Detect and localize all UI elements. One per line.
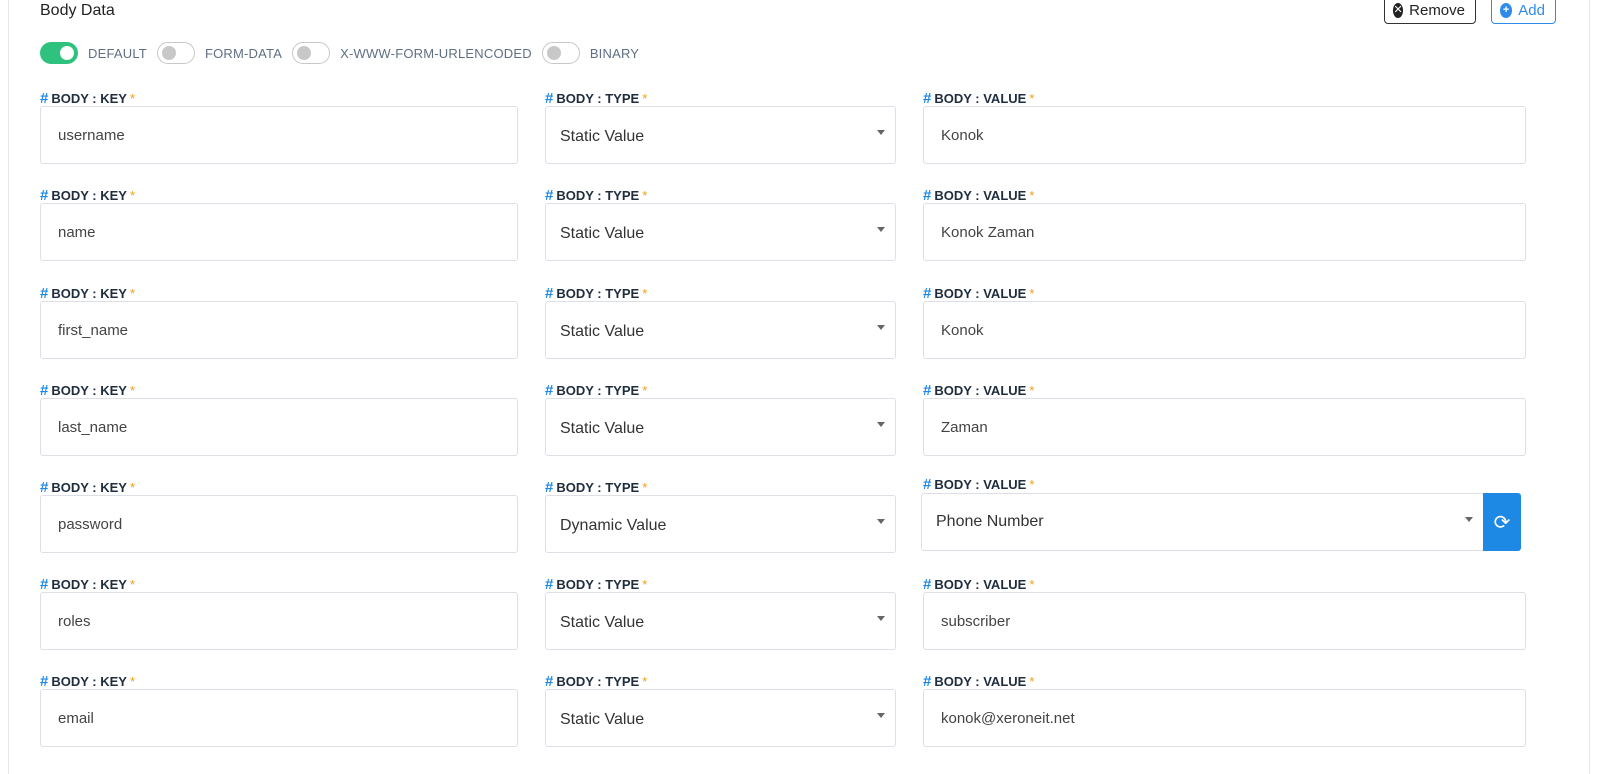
type-label: # BODY : TYPE * [545, 576, 648, 593]
key-label: # BODY : KEY * [40, 576, 136, 593]
value-input[interactable]: Konok [923, 301, 1526, 359]
type-select[interactable]: Static Value [545, 592, 896, 650]
key-label: # BODY : KEY * [40, 673, 136, 690]
dynamic-value-select[interactable]: Phone Number [921, 493, 1484, 551]
type-select[interactable]: Dynamic Value [545, 495, 896, 553]
add-button[interactable]: + Add [1491, 0, 1556, 24]
key-label: # BODY : KEY * [40, 187, 136, 204]
body-row: # BODY : KEY * # BODY : TYPE * # BODY : VALUE… [0, 382, 1600, 479]
chevron-down-icon [1465, 517, 1473, 522]
toggle-switch[interactable] [40, 42, 78, 64]
type-select-value: Static Value [560, 711, 645, 728]
type-select-value: Static Value [560, 225, 645, 242]
chevron-down-icon [877, 422, 885, 427]
key-label: # BODY : KEY * [40, 479, 136, 496]
chevron-down-icon [877, 325, 885, 330]
chevron-down-icon [877, 130, 885, 135]
value-label: # BODY : VALUE * [923, 673, 1035, 690]
refresh-button[interactable]: ⟳ [1483, 493, 1521, 551]
value-label: # BODY : VALUE * [923, 187, 1035, 204]
type-label: # BODY : TYPE * [545, 90, 648, 107]
remove-button-label: Remove [1409, 1, 1465, 19]
dynamic-value-text: Phone Number [936, 513, 1044, 530]
type-select[interactable]: Static Value [545, 398, 896, 456]
times-circle-icon: ✕ [1393, 2, 1404, 18]
key-input[interactable]: roles [40, 592, 518, 650]
key-label: # BODY : KEY * [40, 90, 136, 107]
toggle-label: DEFAULT [88, 45, 147, 61]
value-label: # BODY : VALUE * [923, 382, 1035, 399]
value-input[interactable]: Zaman [923, 398, 1526, 456]
body-type-toggles: DEFAULT FORM-DATA X-WWW-FORM-URLENCODED … [40, 42, 649, 64]
type-select[interactable]: Static Value [545, 689, 896, 747]
toggle-switch[interactable] [292, 42, 331, 64]
body-row: # BODY : KEY * # BODY : TYPE * # BODY : VALUE… [0, 90, 1600, 187]
key-input[interactable]: last_name [40, 398, 518, 456]
body-row: # BODY : KEY * # BODY : TYPE * # BODY : VALUE… [0, 673, 1600, 770]
key-input[interactable]: first_name [40, 301, 518, 359]
type-label: # BODY : TYPE * [545, 673, 648, 690]
body-row: # BODY : KEY * # BODY : TYPE * # BODY : VALUE… [0, 576, 1600, 673]
type-select-value: Static Value [560, 323, 645, 340]
value-label: # BODY : VALUE * [923, 90, 1035, 107]
value-label: # BODY : VALUE * [923, 576, 1035, 593]
toggle-form-data[interactable]: FORM-DATA [156, 42, 283, 64]
toggle-x-www-form-urlencoded[interactable]: X-WWW-FORM-URLENCODED [292, 42, 532, 64]
type-select-value: Dynamic Value [560, 517, 667, 534]
chevron-down-icon [877, 519, 885, 524]
toggle-switch[interactable] [541, 42, 580, 64]
type-label: # BODY : TYPE * [545, 187, 648, 204]
key-label: # BODY : KEY * [40, 382, 136, 399]
type-select-value: Static Value [560, 614, 645, 631]
value-input[interactable]: konok@xeroneit.net [923, 689, 1526, 747]
section-title: Body Data [40, 2, 115, 19]
type-label: # BODY : TYPE * [545, 382, 648, 399]
plus-circle-icon: + [1500, 2, 1513, 18]
value-input[interactable]: subscriber [923, 592, 1526, 650]
value-label: # BODY : VALUE * [923, 285, 1035, 302]
chevron-down-icon [877, 713, 885, 718]
value-input[interactable]: Konok Zaman [923, 203, 1526, 261]
key-input[interactable]: username [40, 106, 518, 164]
body-row: # BODY : KEY * # BODY : TYPE * # BODY : VALUE… [0, 285, 1600, 382]
toggle-label: FORM-DATA [204, 45, 283, 61]
type-label: # BODY : TYPE * [545, 479, 648, 496]
key-label: # BODY : KEY * [40, 285, 136, 302]
body-row: # BODY : KEY * # BODY : TYPE * # BODY : VALUE… [0, 187, 1600, 284]
value-label: # BODY : VALUE * [923, 476, 1035, 493]
toggle-label: X-WWW-FORM-URLENCODED [340, 45, 532, 61]
refresh-icon: ⟳ [1493, 511, 1511, 534]
type-select[interactable]: Static Value [545, 203, 896, 261]
toggle-label: BINARY [589, 45, 640, 61]
toggle-binary[interactable]: BINARY [541, 42, 640, 64]
toggle-default[interactable]: DEFAULT [40, 42, 147, 64]
chevron-down-icon [877, 616, 885, 621]
add-button-label: Add [1518, 1, 1545, 19]
type-select[interactable]: Static Value [545, 106, 896, 164]
chevron-down-icon [877, 227, 885, 232]
key-input[interactable]: email [40, 689, 518, 747]
remove-button[interactable]: ✕ Remove [1384, 0, 1476, 24]
toggle-switch[interactable] [156, 42, 195, 64]
type-select-value: Static Value [560, 420, 645, 437]
type-label: # BODY : TYPE * [545, 285, 648, 302]
key-input[interactable]: password [40, 495, 518, 553]
type-select-value: Static Value [560, 128, 645, 145]
key-input[interactable]: name [40, 203, 518, 261]
value-input[interactable]: Konok [923, 106, 1526, 164]
body-row: # BODY : KEY * # BODY : TYPE * # BODY : VALUE… [0, 476, 1600, 576]
type-select[interactable]: Static Value [545, 301, 896, 359]
